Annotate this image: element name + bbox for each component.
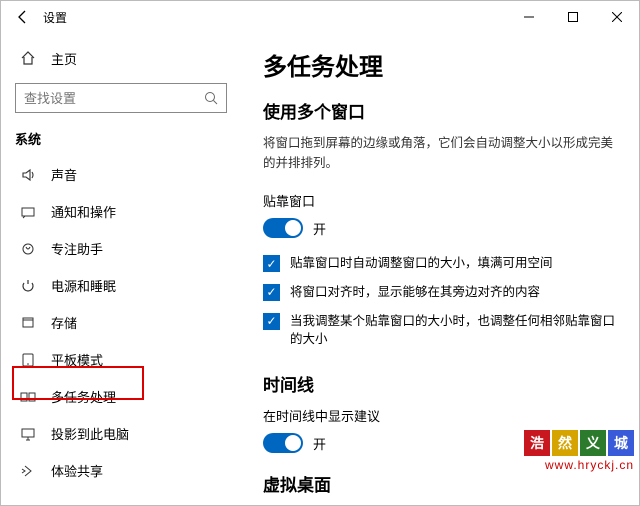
checkbox-label: 将窗口对齐时，显示能够在其旁边对齐的内容 [290,283,540,302]
sidebar-item-tablet-mode[interactable]: 平板模式 [13,341,241,378]
snap-label: 贴靠窗口 [263,191,617,210]
sidebar-item-label: 电源和睡眠 [51,276,116,295]
timeline-label: 在时间线中显示建议 [263,406,617,425]
sidebar-item-shared-experiences[interactable]: 体验共享 [13,452,241,489]
section-multiwindow-head: 使用多个窗口 [263,98,617,123]
checkbox-label: 当我调整某个贴靠窗口的大小时，也调整任何相邻贴靠窗口的大小 [290,312,617,350]
storage-icon [19,315,37,331]
sidebar-item-label: 存储 [51,313,77,332]
timeline-toggle[interactable] [263,433,303,453]
sidebar-item-power-sleep[interactable]: 电源和睡眠 [13,267,241,304]
multitasking-icon [19,389,37,405]
close-button[interactable] [595,2,639,32]
checkbox-icon: ✓ [263,284,280,301]
watermark: 浩然义城 www.hryckj.cn [522,430,634,472]
sidebar: 主页 系统 声音通知和操作专注助手电源和睡眠存储平板模式多任务处理投影到此电脑体… [1,33,241,505]
sidebar-item-label: 通知和操作 [51,202,116,221]
checkbox-label: 贴靠窗口时自动调整窗口的大小，填满可用空间 [290,254,553,273]
sidebar-item-focus-assist[interactable]: 专注助手 [13,230,241,267]
window-title: 设置 [43,9,67,26]
snap-state: 开 [313,219,326,238]
section-multiwindow-desc: 将窗口拖到屏幕的边缘或角落，它们会自动调整大小以形成完美的并排排列。 [263,133,617,173]
search-field[interactable] [24,91,204,106]
maximize-button[interactable] [551,2,595,32]
section-timeline-head: 时间线 [263,371,617,396]
sidebar-home[interactable]: 主页 [13,39,241,77]
sidebar-item-label: 专注助手 [51,239,103,258]
checkbox-icon: ✓ [263,255,280,272]
sidebar-section: 系统 [13,123,241,156]
project-to-pc-icon [19,426,37,442]
sidebar-item-label: 投影到此电脑 [51,424,129,443]
checkbox-icon: ✓ [263,313,280,330]
section-vd-head: 虚拟桌面 [263,471,617,496]
sidebar-item-label: 平板模式 [51,350,103,369]
sidebar-item-multitasking[interactable]: 多任务处理 [13,378,241,415]
snap-option-1[interactable]: ✓ 将窗口对齐时，显示能够在其旁边对齐的内容 [263,283,617,302]
back-button[interactable] [9,3,37,31]
focus-assist-icon [19,241,37,257]
timeline-state: 开 [313,434,326,453]
watermark-url: www.hryckj.cn [522,458,634,472]
tablet-mode-icon [19,352,37,368]
sidebar-item-project-to-pc[interactable]: 投影到此电脑 [13,415,241,452]
sidebar-item-storage[interactable]: 存储 [13,304,241,341]
sidebar-item-label: 声音 [51,165,77,184]
minimize-button[interactable] [507,2,551,32]
notifications-icon [19,204,37,220]
watermark-char: 城 [608,430,634,456]
watermark-char: 然 [552,430,578,456]
sidebar-item-notifications[interactable]: 通知和操作 [13,193,241,230]
sidebar-home-label: 主页 [51,49,77,68]
search-input[interactable] [15,83,227,113]
sound-icon [19,167,37,183]
snap-toggle[interactable] [263,218,303,238]
sidebar-item-sound[interactable]: 声音 [13,156,241,193]
shared-experiences-icon [19,463,37,479]
snap-option-0[interactable]: ✓ 贴靠窗口时自动调整窗口的大小，填满可用空间 [263,254,617,273]
sidebar-item-label: 体验共享 [51,461,103,480]
snap-option-2[interactable]: ✓ 当我调整某个贴靠窗口的大小时，也调整任何相邻贴靠窗口的大小 [263,312,617,350]
watermark-char: 义 [580,430,606,456]
sidebar-item-label: 多任务处理 [51,387,116,406]
watermark-char: 浩 [524,430,550,456]
page-title: 多任务处理 [263,47,617,82]
power-sleep-icon [19,278,37,294]
home-icon [19,50,37,66]
search-icon [204,91,218,105]
